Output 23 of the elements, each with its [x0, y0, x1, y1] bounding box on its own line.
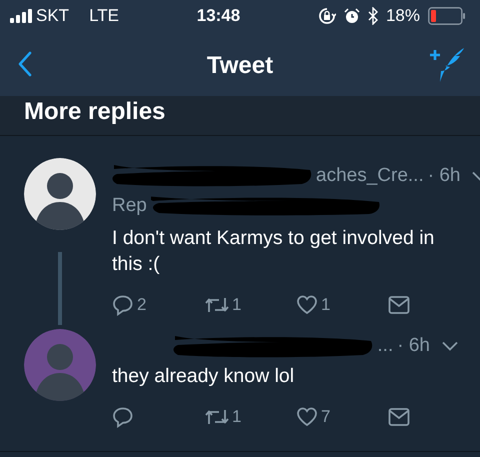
tweet-text: they already know lol — [112, 364, 296, 388]
user-handle: ... — [377, 334, 394, 358]
status-time: 13:48 — [196, 6, 240, 26]
retweet-button[interactable]: 1 — [204, 404, 296, 430]
reply-count: 2 — [137, 294, 146, 316]
screen-title: Tweet — [206, 51, 274, 81]
reply-button[interactable]: 2 — [112, 292, 204, 318]
tweet-text: I don't want Karmys to get involved in this :( — [112, 226, 436, 276]
user-handle: aches_Cre... — [316, 164, 424, 188]
carrier-name: SKT — [36, 5, 70, 28]
replying-to-text: Rep — [112, 194, 147, 218]
like-count: 7 — [321, 406, 330, 428]
retweet-count: 1 — [232, 294, 242, 316]
section-heading: More replies — [24, 98, 166, 125]
tweet-time: · 6h — [428, 164, 460, 188]
retweet-button[interactable]: 1 — [204, 292, 296, 318]
network-type: LTE — [89, 5, 119, 28]
like-count: 1 — [321, 294, 330, 316]
tweet-time: · 6h — [397, 334, 430, 358]
battery-percent: 18% — [386, 5, 420, 28]
like-button[interactable]: 1 — [296, 292, 388, 318]
retweet-count: 1 — [232, 406, 242, 428]
like-button[interactable]: 7 — [296, 404, 388, 430]
